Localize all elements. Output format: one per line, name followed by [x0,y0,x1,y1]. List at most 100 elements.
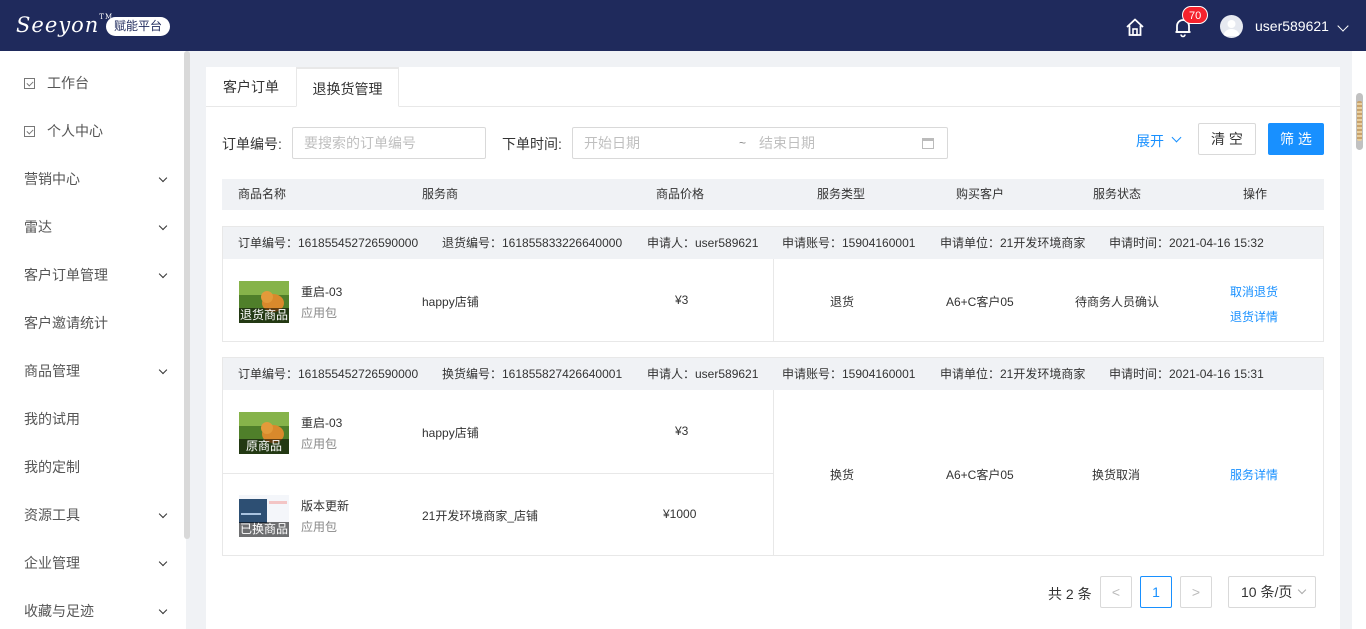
sidebar-item-customer-orders[interactable]: 客户订单管理 [0,251,186,299]
date-separator: ~ [739,136,747,150]
cancel-return-link[interactable]: 取消退货 [1230,283,1278,300]
tab-bar: 客户订单 退换货管理 [206,67,1340,107]
home-icon[interactable] [1124,16,1146,38]
tab-returns-exchanges[interactable]: 退换货管理 [296,67,399,107]
page-scrollbar[interactable] [1352,51,1366,629]
order-header: 订单编号：161855452726590000 换货编号：16185582742… [223,358,1323,390]
table-header: 商品名称 服务商 商品价格 服务类型 购买客户 服务状态 操作 [222,179,1324,210]
service-no: 换货编号：161855827426640001 [442,367,623,381]
sidebar-item-enterprise[interactable]: 企业管理 [0,539,186,587]
apply-time: 申请时间：2021-04-16 15:32 [1109,236,1264,250]
product-name: 版本更新 [301,499,350,513]
sidebar-item-favorites[interactable]: 收藏与足迹 [0,587,186,629]
scrollbar-thumb[interactable] [1356,93,1363,150]
row-divider [223,473,773,474]
avatar[interactable] [1220,15,1243,38]
product-name: 重启-03 [301,416,343,430]
applicant: 申请人：user589621 [647,236,759,250]
service-detail-link[interactable]: 服务详情 [1230,466,1278,483]
service-type: 换货 [830,468,855,482]
sidebar-item-resource-tools[interactable]: 资源工具 [0,491,186,539]
product-type: 应用包 [301,437,338,451]
sidebar: 工作台 个人中心 营销中心 雷达 客户订单管理 客户邀请统计 商品管理 我的试用… [0,51,186,629]
applicant: 申请人：user589621 [647,367,759,381]
clear-button[interactable]: 清 空 [1198,123,1256,155]
tab-customer-orders[interactable]: 客户订单 [206,67,296,107]
order-no-label: 订单编号: [222,136,282,152]
product-type: 应用包 [301,520,338,534]
sidebar-item-marketing[interactable]: 营销中心 [0,155,186,203]
seeyon-logo[interactable]: SeeyonTM [16,13,113,37]
provider: happy店铺 [422,426,479,440]
next-page-button[interactable]: > [1180,576,1212,608]
sidebar-item-personal-center[interactable]: 个人中心 [0,107,186,155]
provider: happy店铺 [422,295,479,309]
column-divider [773,390,774,555]
product-tag: 退货商品 [239,308,289,323]
sidebar-item-my-trials[interactable]: 我的试用 [0,395,186,443]
price: ¥3 [675,293,689,307]
main-panel: 客户订单 退换货管理 订单编号: 要搜索的订单编号 下单时间: 开始日期 ~ 结… [206,67,1340,629]
product-type: 应用包 [301,306,338,320]
page-1-button[interactable]: 1 [1140,576,1172,608]
sidebar-item-invite-stats[interactable]: 客户邀请统计 [0,299,186,347]
platform-badge: 赋能平台 [106,17,171,36]
product-tag: 已换商品 [239,522,289,537]
product-tag: 原商品 [239,439,289,454]
product-thumbnail: 原商品 [239,412,289,454]
end-date-input[interactable]: 结束日期 [759,128,815,158]
order-time-label: 下单时间: [502,136,562,152]
service-status: 换货取消 [1092,468,1141,482]
order-card: 订单编号：161855452726590000 退货编号：16185583322… [222,226,1324,342]
column-header: 商品名称 [238,187,287,201]
chevron-down-icon [158,221,168,231]
chevron-down-icon [158,173,168,183]
order-no-input[interactable]: 要搜索的订单编号 [292,127,486,159]
buyer: A6+C客户05 [946,295,1014,309]
chevron-down-icon [158,269,168,279]
sidebar-item-radar[interactable]: 雷达 [0,203,186,251]
service-status: 待商务人员确认 [1075,295,1160,309]
service-type: 退货 [830,295,855,309]
chevron-down-icon[interactable] [1337,20,1349,32]
prev-page-button[interactable]: < [1100,576,1132,608]
provider: 21开发环境商家_店铺 [422,509,539,523]
chevron-down-icon[interactable] [1171,132,1182,143]
start-date-input[interactable]: 开始日期 [584,135,640,151]
price: ¥3 [675,424,689,438]
expand-toggle[interactable]: 展开 [1136,131,1164,151]
sidebar-item-product-management[interactable]: 商品管理 [0,347,186,395]
column-header: 操作 [1243,187,1268,201]
column-header: 服务类型 [817,187,866,201]
sidebar-item-workbench[interactable]: 工作台 [0,59,186,107]
return-detail-link[interactable]: 退货详情 [1230,308,1278,325]
order-no: 订单编号：161855452726590000 [238,367,419,381]
chevron-down-icon [158,557,168,567]
pagination-total: 共 2 条 [1048,586,1092,602]
order-no: 订单编号：161855452726590000 [238,236,419,250]
column-header: 服务状态 [1093,187,1142,201]
order-header: 订单编号：161855452726590000 退货编号：16185583322… [223,227,1323,259]
product-thumbnail: 退货商品 [239,281,289,323]
date-range-picker[interactable]: 开始日期 ~ 结束日期 [572,127,948,159]
column-header: 商品价格 [656,187,705,201]
chevron-down-icon [158,365,168,375]
sidebar-scrollbar[interactable] [184,51,190,539]
sidebar-item-my-customization[interactable]: 我的定制 [0,443,186,491]
order-card: 订单编号：161855452726590000 换货编号：16185582742… [222,357,1324,556]
username[interactable]: user589621 [1255,18,1329,34]
apply-time: 申请时间：2021-04-16 15:31 [1109,367,1264,381]
column-header: 购买客户 [956,187,1005,201]
user-icon [1223,20,1240,36]
buyer: A6+C客户05 [946,468,1014,482]
product-thumbnail: 已换商品 [239,495,289,537]
apply-unit: 申请单位：21开发环境商家 [940,236,1086,250]
page-size-select[interactable]: 10 条/页 [1228,576,1316,608]
filter-button[interactable]: 筛 选 [1268,123,1324,155]
apply-account: 申请账号：15904160001 [782,236,916,250]
column-divider [773,259,774,341]
product-name: 重启-03 [301,285,343,299]
personal-icon [24,126,35,137]
chevron-down-icon [158,509,168,519]
calendar-icon [922,138,934,149]
